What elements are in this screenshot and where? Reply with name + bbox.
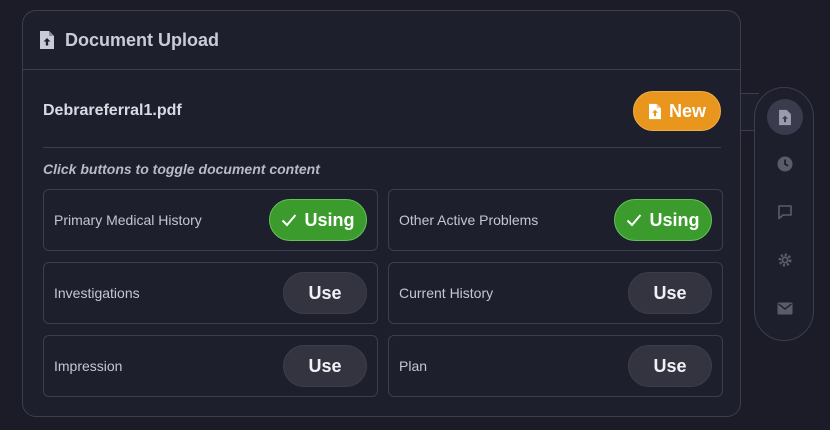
toggle-label: Use [653,355,687,376]
section-label: Current History [399,285,494,301]
toggle-label: Using [649,209,700,230]
section-label: Impression [54,358,123,374]
check-icon [626,213,642,227]
section-card-primary-medical-history: Primary Medical History Using [43,189,378,251]
toggle-label: Use [308,282,342,303]
section-grid: Primary Medical History Using Other Acti… [43,189,723,397]
toggle-label: Use [308,355,342,376]
section-label: Other Active Problems [399,212,539,228]
section-card-investigations: Investigations Use [43,262,378,324]
section-card-other-active-problems: Other Active Problems Using [388,189,723,251]
panel-title: Document Upload [65,29,220,50]
toggle-plan-button[interactable]: Use [628,345,712,387]
toggle-other-active-problems-button[interactable]: Using [614,199,712,241]
gear-icon [777,252,793,268]
panel-header: Document Upload [23,11,740,70]
mail-icon [777,302,793,315]
document-upload-panel: Document Upload Debrareferral1.pdf New C… [22,10,741,417]
check-icon [281,213,297,227]
document-upload-icon [778,109,792,126]
section-card-current-history: Current History Use [388,262,723,324]
file-upload-icon [39,30,55,50]
toggle-label: Using [304,209,355,230]
rail-mail-button[interactable] [767,290,803,326]
clock-icon [777,156,793,172]
side-rail [754,87,814,341]
toggle-current-history-button[interactable]: Use [628,272,712,314]
toggle-impression-button[interactable]: Use [283,345,367,387]
section-label: Investigations [54,285,140,301]
section-label: Plan [399,358,428,374]
section-label: Primary Medical History [54,212,202,228]
chat-icon [777,204,793,220]
divider [43,147,721,148]
toggle-label: Use [653,282,687,303]
toggle-investigations-button[interactable]: Use [283,272,367,314]
file-row: Debrareferral1.pdf New [43,90,721,132]
rail-settings-button[interactable] [767,242,803,278]
new-button-label: New [668,100,706,121]
toggle-hint: Click buttons to toggle document content [43,161,320,177]
toggle-primary-medical-history-button[interactable]: Using [269,199,367,241]
rail-chat-button[interactable] [767,194,803,230]
rail-document-upload-button[interactable] [767,99,803,135]
section-card-plan: Plan Use [388,335,723,397]
file-name: Debrareferral1.pdf [43,102,182,119]
rail-history-button[interactable] [767,146,803,182]
section-card-impression: Impression Use [43,335,378,397]
new-document-button[interactable]: New [633,91,721,131]
file-upload-icon [648,103,662,120]
